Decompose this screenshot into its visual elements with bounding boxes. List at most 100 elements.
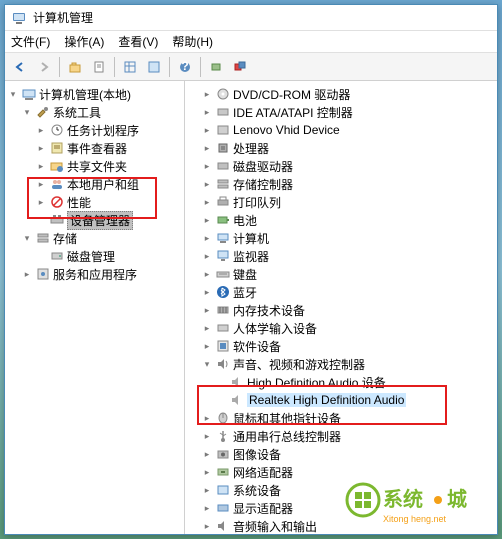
dev-battery[interactable]: ▸电池 bbox=[187, 211, 495, 229]
perf-icon bbox=[49, 194, 65, 210]
tree-systools[interactable]: ▾ 系统工具 bbox=[7, 103, 182, 121]
expander-icon[interactable]: ▸ bbox=[201, 124, 213, 136]
dev-net[interactable]: ▸网络适配器 bbox=[187, 463, 495, 481]
expander-icon[interactable]: ▸ bbox=[201, 232, 213, 244]
menu-bar: 文件(F) 操作(A) 查看(V) 帮助(H) bbox=[5, 31, 497, 53]
dev-storctrl[interactable]: ▸存储控制器 bbox=[187, 175, 495, 193]
dev-imaging[interactable]: ▸图像设备 bbox=[187, 445, 495, 463]
dev-keyboard[interactable]: ▸键盘 bbox=[187, 265, 495, 283]
tree-root[interactable]: ▾ 计算机管理(本地) bbox=[7, 85, 182, 103]
computer-mgmt-icon bbox=[21, 86, 37, 102]
expander-icon[interactable]: ▸ bbox=[201, 106, 213, 118]
tree-task[interactable]: ▸ 任务计划程序 bbox=[7, 121, 182, 139]
tree-label: 性能 bbox=[67, 194, 91, 211]
expander-icon[interactable]: ▸ bbox=[201, 322, 213, 334]
tree-disk[interactable]: 磁盘管理 bbox=[7, 247, 182, 265]
nav-back-button[interactable] bbox=[9, 56, 31, 78]
folder-share-icon bbox=[49, 158, 65, 174]
dev-usb[interactable]: ▸通用串行总线控制器 bbox=[187, 427, 495, 445]
view2-button[interactable] bbox=[143, 56, 165, 78]
dev-display[interactable]: ▸显示适配器 bbox=[187, 499, 495, 517]
expander-icon[interactable]: ▸ bbox=[35, 160, 47, 172]
help-button[interactable]: ? bbox=[174, 56, 196, 78]
menu-file[interactable]: 文件(F) bbox=[11, 33, 50, 50]
dev-cpu[interactable]: ▸处理器 bbox=[187, 139, 495, 157]
expander-icon[interactable]: ▸ bbox=[21, 268, 33, 280]
right-tree[interactable]: ▸DVD/CD-ROM 驱动器 ▸ IDE ATA/ATAPI 控制器 ▸Leno… bbox=[185, 81, 497, 534]
disk-icon bbox=[215, 158, 231, 174]
expander-icon[interactable]: ▸ bbox=[201, 412, 213, 424]
expander-icon[interactable]: ▸ bbox=[35, 142, 47, 154]
tree-label: 共享文件夹 bbox=[67, 158, 127, 175]
expander-icon[interactable]: ▸ bbox=[201, 520, 213, 532]
tree-devmgr[interactable]: 设备管理器 bbox=[7, 211, 182, 229]
tree-services[interactable]: ▸ 服务和应用程序 bbox=[7, 265, 182, 283]
dev-lenovo[interactable]: ▸Lenovo Vhid Device bbox=[187, 121, 495, 139]
prop-button[interactable] bbox=[88, 56, 110, 78]
nav-fwd-button[interactable] bbox=[33, 56, 55, 78]
expander-icon[interactable]: ▸ bbox=[201, 286, 213, 298]
dev-label: 磁盘驱动器 bbox=[233, 158, 293, 175]
refresh-button[interactable] bbox=[229, 56, 251, 78]
toolbar: ? bbox=[5, 53, 497, 81]
expander-icon[interactable]: ▾ bbox=[201, 358, 213, 370]
dev-label: IDE ATA/ATAPI 控制器 bbox=[233, 104, 353, 121]
usb-icon bbox=[215, 428, 231, 444]
expander-icon[interactable]: ▾ bbox=[21, 106, 33, 118]
dev-audioio[interactable]: ▸音频输入和输出 bbox=[187, 517, 495, 534]
dev-hid[interactable]: ▸人体学输入设备 bbox=[187, 319, 495, 337]
dev-software[interactable]: ▸软件设备 bbox=[187, 337, 495, 355]
dev-monitor[interactable]: ▸监视器 bbox=[187, 247, 495, 265]
tree-users[interactable]: ▸ 本地用户和组 bbox=[7, 175, 182, 193]
tree-perf[interactable]: ▸ 性能 bbox=[7, 193, 182, 211]
tree-event[interactable]: ▸ 事件查看器 bbox=[7, 139, 182, 157]
dev-diskdrv[interactable]: ▸ 磁盘驱动器 bbox=[187, 157, 495, 175]
expander-icon[interactable]: ▸ bbox=[201, 88, 213, 100]
tree-shared[interactable]: ▸ 共享文件夹 bbox=[7, 157, 182, 175]
expander-icon[interactable]: ▸ bbox=[201, 268, 213, 280]
tools-icon bbox=[35, 104, 51, 120]
expander-icon[interactable]: ▸ bbox=[35, 178, 47, 190]
expander-icon[interactable]: ▸ bbox=[35, 124, 47, 136]
dvd-icon bbox=[215, 86, 231, 102]
scan-button[interactable] bbox=[205, 56, 227, 78]
expander-icon[interactable]: ▸ bbox=[201, 142, 213, 154]
expander-icon[interactable]: ▸ bbox=[201, 160, 213, 172]
expander-icon[interactable]: ▸ bbox=[201, 448, 213, 460]
dev-computer[interactable]: ▸计算机 bbox=[187, 229, 495, 247]
dev-ide[interactable]: ▸ IDE ATA/ATAPI 控制器 bbox=[187, 103, 495, 121]
expander-icon[interactable]: ▾ bbox=[21, 232, 33, 244]
dev-sysdev[interactable]: ▸系统设备 bbox=[187, 481, 495, 499]
expander-icon[interactable]: ▸ bbox=[201, 214, 213, 226]
menu-help[interactable]: 帮助(H) bbox=[172, 33, 213, 50]
dev-memtech[interactable]: ▸内存技术设备 bbox=[187, 301, 495, 319]
dev-printq[interactable]: ▸打印队列 bbox=[187, 193, 495, 211]
expander-icon[interactable]: ▸ bbox=[201, 196, 213, 208]
menu-view[interactable]: 查看(V) bbox=[118, 33, 158, 50]
expander-icon[interactable]: ▸ bbox=[201, 304, 213, 316]
expander-icon[interactable]: ▸ bbox=[201, 250, 213, 262]
expander-icon[interactable]: ▸ bbox=[35, 196, 47, 208]
dev-mouse[interactable]: ▸鼠标和其他指针设备 bbox=[187, 409, 495, 427]
expander-icon bbox=[215, 394, 227, 406]
expander-icon[interactable]: ▾ bbox=[7, 88, 19, 100]
dev-dvd[interactable]: ▸DVD/CD-ROM 驱动器 bbox=[187, 85, 495, 103]
tree-storage[interactable]: ▾ 存储 bbox=[7, 229, 182, 247]
title-bar[interactable]: 计算机管理 bbox=[5, 5, 497, 31]
software-icon bbox=[215, 338, 231, 354]
expander-icon[interactable]: ▸ bbox=[201, 502, 213, 514]
dev-bt[interactable]: ▸蓝牙 bbox=[187, 283, 495, 301]
dev-realtek[interactable]: Realtek High Definition Audio bbox=[187, 391, 495, 409]
dev-sound[interactable]: ▾声音、视频和游戏控制器 bbox=[187, 355, 495, 373]
up-button[interactable] bbox=[64, 56, 86, 78]
left-tree[interactable]: ▾ 计算机管理(本地) ▾ 系统工具 ▸ 任务计划程序 ▸ 事件查看器 ▸ bbox=[5, 81, 185, 534]
expander-icon[interactable]: ▸ bbox=[201, 484, 213, 496]
menu-action[interactable]: 操作(A) bbox=[64, 33, 104, 50]
dev-hda[interactable]: High Definition Audio 设备 bbox=[187, 373, 495, 391]
content-panes: ▾ 计算机管理(本地) ▾ 系统工具 ▸ 任务计划程序 ▸ 事件查看器 ▸ bbox=[5, 81, 497, 534]
expander-icon[interactable]: ▸ bbox=[201, 466, 213, 478]
expander-icon[interactable]: ▸ bbox=[201, 340, 213, 352]
expander-icon[interactable]: ▸ bbox=[201, 430, 213, 442]
view1-button[interactable] bbox=[119, 56, 141, 78]
expander-icon[interactable]: ▸ bbox=[201, 178, 213, 190]
